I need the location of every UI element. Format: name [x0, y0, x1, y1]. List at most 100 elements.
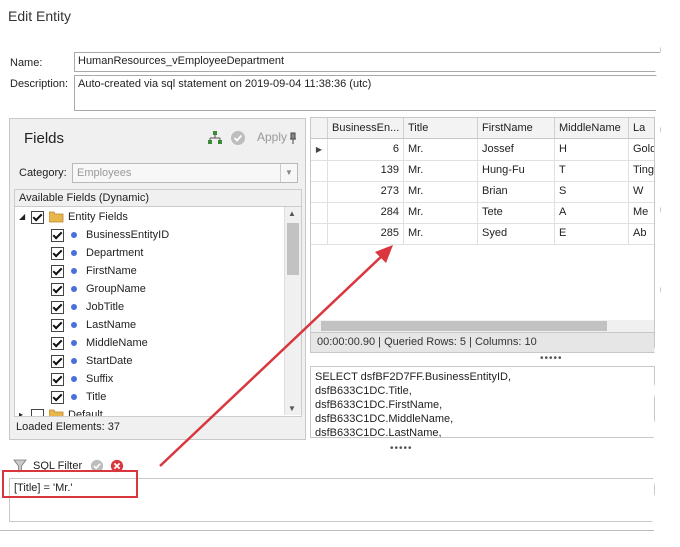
apply-button[interactable]: Apply — [257, 130, 287, 144]
table-cell[interactable]: Jossef — [477, 139, 554, 160]
splitter-grip[interactable]: ••••• — [540, 353, 563, 364]
tree-scrollbar[interactable]: ▲ ▼ — [284, 207, 301, 415]
edit-entity-window: Edit Entity Name: HumanResources_vEmploy… — [0, 0, 674, 531]
fields-tree: ◢ Entity Fields BusinessEntityID Departm… — [14, 207, 302, 417]
tree-item[interactable]: GroupName — [15, 280, 285, 298]
chevron-down-icon[interactable]: ▼ — [280, 164, 297, 182]
category-value: Employees — [77, 167, 132, 179]
fields-panel: Fields Apply Category: Employees ▼ Avail… — [9, 118, 306, 440]
collapse-arrow-icon[interactable]: ◢ — [19, 208, 25, 226]
checkbox[interactable] — [51, 337, 64, 350]
row-indicator-header — [311, 118, 327, 138]
table-cell[interactable]: Mr. — [403, 160, 477, 181]
checkbox[interactable] — [31, 409, 44, 416]
checkbox[interactable] — [51, 265, 64, 278]
hierarchy-icon[interactable] — [207, 130, 223, 146]
table-cell[interactable]: 6 — [327, 139, 403, 160]
table-cell[interactable]: E — [554, 223, 628, 244]
checkbox[interactable] — [31, 211, 44, 224]
tree-item-label: Department — [86, 247, 144, 259]
fields-title: Fields — [24, 130, 65, 147]
checkbox[interactable] — [51, 283, 64, 296]
field-dot-icon — [71, 358, 77, 364]
table-cell[interactable]: Mr. — [403, 202, 477, 223]
tree-item-label: GroupName — [86, 283, 146, 295]
torn-edge — [650, 0, 680, 547]
table-row[interactable]: 273 Mr. Brian S W — [311, 181, 654, 203]
field-dot-icon — [71, 250, 77, 256]
table-row[interactable]: 284 Mr. Tete A Me — [311, 202, 654, 224]
table-cell[interactable]: Mr. — [403, 223, 477, 244]
table-cell[interactable]: 139 — [327, 160, 403, 181]
column-header[interactable]: FirstName — [477, 118, 554, 138]
tree-item[interactable]: BusinessEntityID — [15, 226, 285, 244]
field-dot-icon — [71, 394, 77, 400]
table-cell[interactable]: T — [554, 160, 628, 181]
tree-item[interactable]: Title — [15, 388, 285, 406]
loaded-elements: Loaded Elements: 37 — [16, 421, 120, 433]
checkbox[interactable] — [51, 391, 64, 404]
description-field[interactable]: Auto-created via sql statement on 2019-0… — [74, 75, 674, 111]
column-header[interactable]: Title — [403, 118, 477, 138]
splitter-grip[interactable]: ••••• — [390, 443, 413, 454]
tree-item[interactable]: FirstName — [15, 262, 285, 280]
table-row[interactable]: ▶ 6 Mr. Jossef H Gold — [311, 139, 654, 161]
checkbox[interactable] — [51, 229, 64, 242]
table-cell[interactable]: Syed — [477, 223, 554, 244]
tree-group-label: Entity Fields — [68, 211, 128, 223]
tree-item[interactable]: Department — [15, 244, 285, 262]
checkbox[interactable] — [51, 247, 64, 260]
table-cell[interactable]: Brian — [477, 181, 554, 202]
table-cell[interactable]: Mr. — [403, 139, 477, 160]
column-header[interactable]: BusinessEn... — [327, 118, 403, 138]
scroll-thumb[interactable] — [321, 321, 607, 331]
sql-line: SELECT dsfBF2D7FF.BusinessEntityID, — [315, 371, 512, 383]
table-cell[interactable]: H — [554, 139, 628, 160]
table-cell[interactable]: Mr. — [403, 181, 477, 202]
name-field[interactable]: HumanResources_vEmployeeDepartment — [74, 52, 674, 72]
current-row-icon: ▶ — [315, 145, 323, 154]
check-circle-icon — [231, 131, 245, 145]
column-header[interactable]: MiddleName — [554, 118, 628, 138]
table-row[interactable]: 285 Mr. Syed E Ab — [311, 223, 654, 245]
field-dot-icon — [71, 304, 77, 310]
sql-statement[interactable]: SELECT dsfBF2D7FF.BusinessEntityID, dsfB… — [310, 366, 655, 438]
table-row[interactable]: 139 Mr. Hung-Fu T Ting — [311, 160, 654, 182]
scroll-up-icon[interactable]: ▲ — [288, 209, 296, 218]
tree-item[interactable]: JobTitle — [15, 298, 285, 316]
expand-arrow-icon[interactable]: ▸ — [19, 406, 23, 416]
table-cell[interactable]: 285 — [327, 223, 403, 244]
tree-item-label: JobTitle — [86, 301, 125, 313]
table-cell[interactable]: S — [554, 181, 628, 202]
tree-item-label: Suffix — [86, 373, 114, 385]
tree-item[interactable]: MiddleName — [15, 334, 285, 352]
folder-icon — [49, 409, 64, 416]
tree-item[interactable]: Suffix — [15, 370, 285, 388]
pin-icon[interactable] — [285, 130, 301, 146]
scroll-down-icon[interactable]: ▼ — [288, 404, 296, 413]
tree-item-label: BusinessEntityID — [86, 229, 170, 241]
grid-horizontal-scrollbar[interactable] — [311, 320, 654, 332]
tree-item-label: MiddleName — [86, 337, 148, 349]
window-title: Edit Entity — [8, 8, 72, 24]
tree-item[interactable]: StartDate — [15, 352, 285, 370]
category-select[interactable]: Employees ▼ — [72, 163, 298, 183]
table-cell[interactable]: Hung-Fu — [477, 160, 554, 181]
folder-icon — [49, 211, 64, 223]
scroll-thumb[interactable] — [287, 223, 299, 275]
table-cell[interactable]: 284 — [327, 202, 403, 223]
table-cell[interactable]: Tete — [477, 202, 554, 223]
tree-item[interactable]: LastName — [15, 316, 285, 334]
tree-group-default[interactable]: ▸ Default — [15, 406, 285, 416]
tree-group-entity-fields[interactable]: ◢ Entity Fields — [15, 208, 285, 226]
query-status: 00:00:00.90 | Queried Rows: 5 | Columns:… — [310, 333, 655, 353]
table-cell[interactable]: A — [554, 202, 628, 223]
field-dot-icon — [71, 340, 77, 346]
tree-item-label: FirstName — [86, 265, 137, 277]
table-cell[interactable]: 273 — [327, 181, 403, 202]
checkbox[interactable] — [51, 319, 64, 332]
field-dot-icon — [71, 376, 77, 382]
checkbox[interactable] — [51, 355, 64, 368]
checkbox[interactable] — [51, 301, 64, 314]
checkbox[interactable] — [51, 373, 64, 386]
